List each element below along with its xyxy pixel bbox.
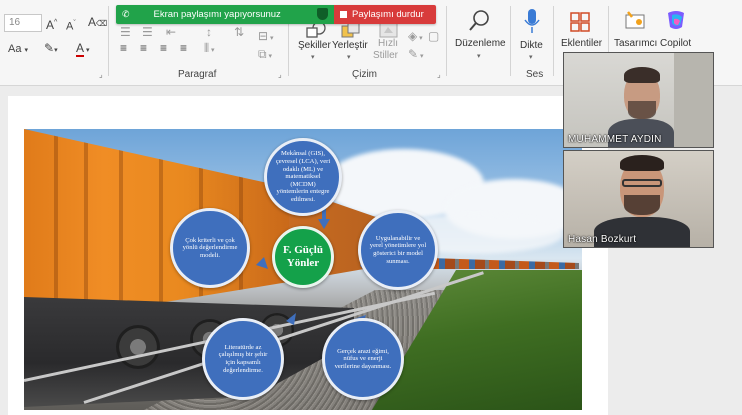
quick-styles-label-2: Stiller bbox=[373, 50, 399, 61]
align-text-icon[interactable]: ⊟ ▾ bbox=[258, 30, 274, 45]
font-size-box[interactable]: 16 bbox=[4, 14, 42, 32]
node-practical-model[interactable]: Uygulanabilir ve yerel yönetimlere yol g… bbox=[358, 210, 438, 290]
shape-fill-icon[interactable]: ◈ ▾ bbox=[408, 30, 423, 45]
font-size-value: 16 bbox=[9, 17, 21, 28]
shapes-dropdown-icon[interactable]: ▾ bbox=[311, 53, 315, 61]
stop-sharing-button[interactable]: Paylaşımı durdur bbox=[334, 5, 436, 24]
clear-format-icon[interactable]: A⌫ bbox=[88, 16, 107, 30]
group-label-voice: Ses bbox=[526, 69, 544, 80]
participant-2-name: Hasan Bozkurt bbox=[568, 234, 637, 245]
sharing-status: ✆ Ekran paylaşımı yapıyorsunuz bbox=[116, 5, 334, 24]
node-multicriteria-text: Çok kriterli ve çok yönlü değerlendirme … bbox=[182, 236, 238, 259]
shape-effects-icon[interactable]: ▢ bbox=[428, 30, 439, 42]
stop-sharing-label: Paylaşımı durdur bbox=[352, 9, 424, 20]
node-real-data-text: Gerçek arazi eğimi, nüfus ve enerji veri… bbox=[334, 347, 392, 370]
columns-icon[interactable]: ⫴ ▾ bbox=[204, 42, 215, 57]
editing-button[interactable]: Düzenleme bbox=[455, 38, 506, 49]
text-direction-icon[interactable]: ⇅ bbox=[234, 26, 244, 38]
font-dialog-launcher-icon[interactable]: ⌟ bbox=[99, 70, 103, 79]
stop-icon bbox=[340, 11, 347, 18]
node-real-data[interactable]: Gerçek arazi eğimi, nüfus ve enerji veri… bbox=[322, 318, 404, 400]
change-case-icon[interactable]: Aa ▾ bbox=[8, 43, 28, 57]
decrease-font-icon[interactable]: Aˇ bbox=[66, 18, 76, 33]
increase-font-icon[interactable]: A^ bbox=[46, 17, 57, 31]
drawing-dialog-launcher-icon[interactable]: ⌟ bbox=[437, 70, 441, 79]
group-label-drawing: Çizim bbox=[352, 69, 377, 80]
video-tile-participant-1[interactable]: MUHAMMET AYDIN bbox=[563, 52, 714, 148]
align-center-icon[interactable]: ≡ bbox=[140, 42, 147, 54]
arrange-button[interactable]: Yerleştir bbox=[332, 40, 368, 51]
sharing-status-text: Ekran paylaşımı yapıyorsunuz bbox=[153, 9, 281, 20]
dictate-dropdown-icon[interactable]: ▾ bbox=[529, 53, 533, 61]
font-color-icon[interactable]: A ▾ bbox=[76, 41, 89, 57]
node-integration-text: Mekânsal (GIS), çevresel (LCA), veri oda… bbox=[275, 150, 331, 203]
node-center-strengths[interactable]: F. Güçlü Yönler bbox=[272, 226, 334, 288]
node-multicriteria[interactable]: Çok kriterli ve çok yönlü değerlendirme … bbox=[170, 208, 250, 288]
video-tile-participant-2[interactable]: Hasan Bozkurt bbox=[563, 150, 714, 248]
search-icon[interactable] bbox=[468, 8, 492, 32]
node-integration[interactable]: Mekânsal (GIS), çevresel (LCA), veri oda… bbox=[264, 138, 342, 216]
numbering-icon[interactable]: ☰ bbox=[142, 26, 153, 38]
center-text: F. Güçlü Yönler bbox=[283, 244, 323, 269]
shape-outline-icon[interactable]: ✎ ▾ bbox=[408, 48, 424, 63]
addins-icon[interactable] bbox=[569, 11, 591, 33]
align-right-icon[interactable]: ≡ bbox=[160, 42, 167, 54]
bullets-icon[interactable]: ☰ bbox=[120, 26, 131, 38]
participant-1-name: MUHAMMET AYDIN bbox=[568, 134, 662, 145]
quick-styles-button[interactable]: Hızlı bbox=[378, 38, 398, 49]
highlighter-icon[interactable]: ✎▾ bbox=[44, 42, 58, 57]
copilot-icon[interactable] bbox=[664, 9, 688, 31]
justify-icon[interactable]: ≡ bbox=[180, 42, 187, 54]
designer-icon[interactable] bbox=[624, 9, 646, 31]
indent-icon[interactable]: ⇤ bbox=[166, 26, 176, 38]
addins-button[interactable]: Eklentiler bbox=[561, 38, 602, 49]
shapes-button[interactable]: Şekiller bbox=[298, 40, 331, 51]
arrange-dropdown-icon[interactable]: ▾ bbox=[347, 53, 351, 61]
smartart-icon[interactable]: ⧉ ▾ bbox=[258, 48, 272, 63]
screen-share-bar: ✆ Ekran paylaşımı yapıyorsunuz Paylaşımı… bbox=[116, 5, 436, 24]
designer-button[interactable]: Tasarımcı bbox=[614, 38, 657, 49]
node-literature[interactable]: Literatürde az çalışılmış bir şehir için… bbox=[202, 318, 284, 400]
microphone-icon[interactable] bbox=[524, 8, 540, 34]
dictate-button[interactable]: Dikte bbox=[520, 40, 543, 51]
node-practical-model-text: Uygulanabilir ve yerel yönetimlere yol g… bbox=[369, 234, 427, 265]
shield-icon bbox=[317, 8, 328, 20]
phone-icon: ✆ bbox=[122, 9, 130, 19]
copilot-button[interactable]: Copilot bbox=[660, 38, 691, 49]
paragraph-dialog-launcher-icon[interactable]: ⌟ bbox=[278, 70, 282, 79]
node-literature-text: Literatürde az çalışılmış bir şehir için… bbox=[218, 343, 268, 374]
group-label-paragraph: Paragraf bbox=[178, 69, 217, 80]
align-left-icon[interactable]: ≡ bbox=[120, 42, 127, 54]
editing-dropdown-icon[interactable]: ▾ bbox=[477, 52, 481, 60]
line-spacing-icon[interactable]: ↕ bbox=[206, 26, 212, 38]
